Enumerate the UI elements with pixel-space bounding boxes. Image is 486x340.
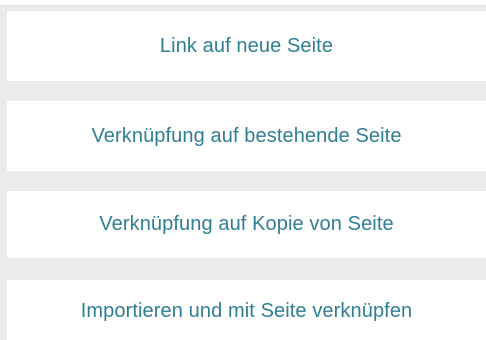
import-and-link-option[interactable]: Importieren und mit Seite verknüpfen bbox=[6, 280, 486, 340]
link-options-panel: Link auf neue Seite Verknüpfung auf best… bbox=[0, 0, 486, 340]
option-label: Verknüpfung auf Kopie von Seite bbox=[99, 213, 394, 235]
option-label: Link auf neue Seite bbox=[159, 34, 334, 57]
link-to-new-page-option[interactable]: Link auf neue Seite bbox=[6, 11, 486, 81]
link-to-page-copy-option[interactable]: Verknüpfung auf Kopie von Seite bbox=[6, 191, 486, 258]
link-to-existing-page-option[interactable]: Verknüpfung auf bestehende Seite bbox=[6, 101, 486, 171]
top-divider bbox=[0, 0, 486, 6]
option-label: Verknüpfung auf bestehende Seite bbox=[91, 124, 402, 147]
option-label: Importieren und mit Seite verknüpfen bbox=[80, 300, 413, 322]
